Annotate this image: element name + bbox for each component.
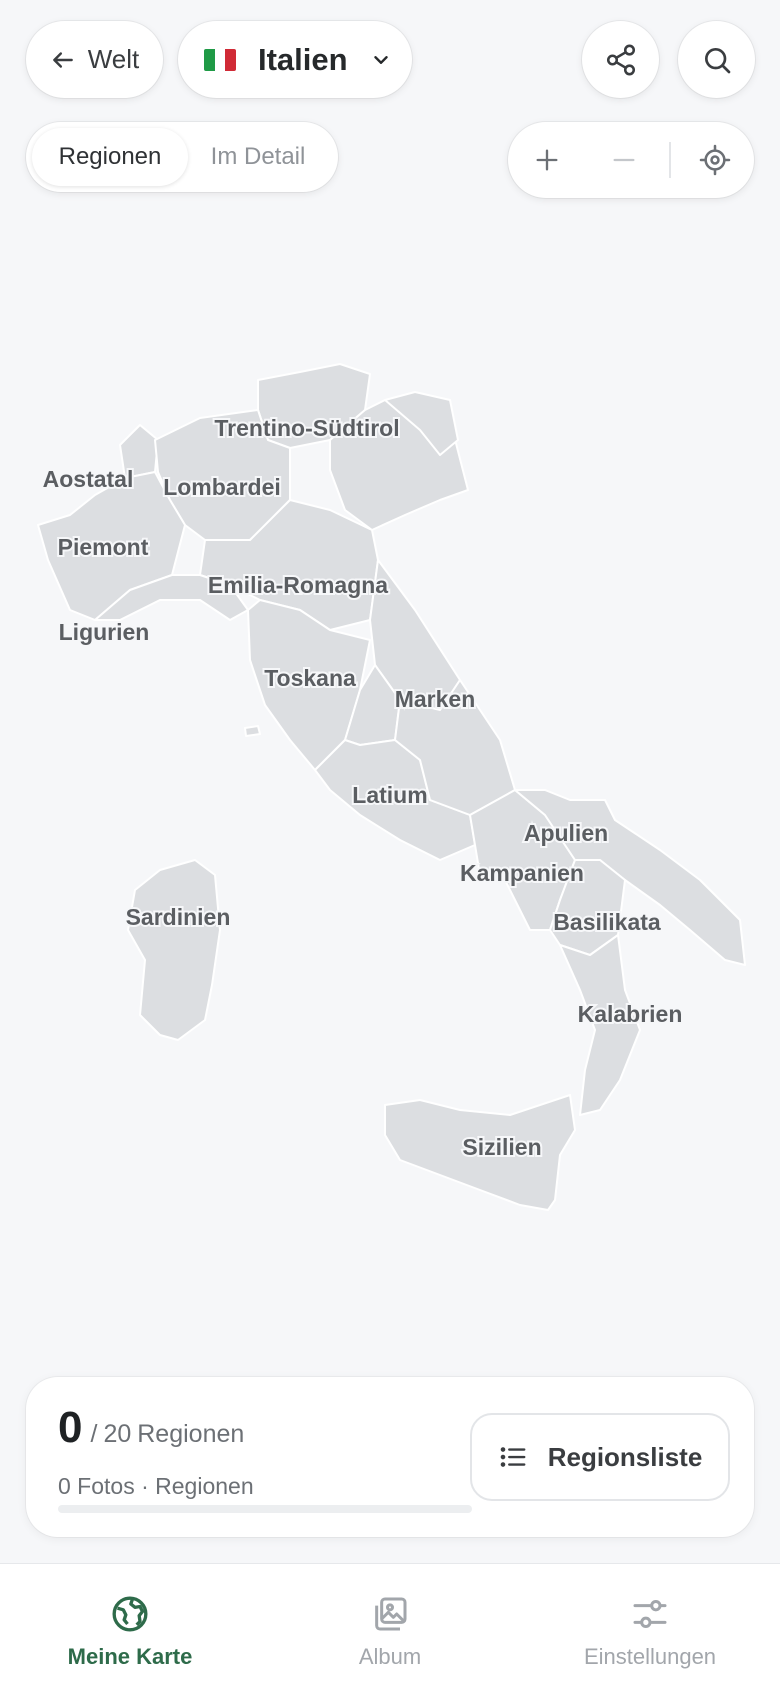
map-controls	[508, 122, 754, 198]
region-list-label: Regionsliste	[547, 1441, 703, 1472]
region-shape-sardinien[interactable]	[127, 859, 221, 1041]
list-icon	[500, 1447, 526, 1467]
region-label-sizilien[interactable]: Sizilien	[460, 1132, 543, 1162]
country-name: Italien	[258, 41, 348, 77]
tab-album[interactable]: Album	[260, 1564, 520, 1688]
minus-icon	[613, 158, 635, 162]
region-label-emilia[interactable]: Emilia-Romagna	[206, 570, 390, 600]
region-label-marken[interactable]: Marken	[393, 684, 478, 714]
region-label-trentino[interactable]: Trentino-Südtirol	[212, 413, 401, 443]
region-label-sardinien[interactable]: Sardinien	[124, 902, 233, 932]
tab-label-einstellungen: Einstellungen	[583, 1644, 717, 1669]
count-separator: /	[90, 1420, 98, 1448]
count-unit: Regionen	[137, 1420, 245, 1448]
crosshair-icon	[700, 144, 731, 176]
italy-flag-icon	[204, 48, 236, 71]
region-label-ligurien[interactable]: Ligurien	[57, 617, 152, 647]
visited-count-line: 0 / 20 Regionen	[58, 1403, 244, 1453]
region-label-toskana[interactable]: Toskana	[262, 663, 358, 693]
total-count: 20	[103, 1420, 132, 1448]
progress-bar	[58, 1505, 472, 1513]
globe-icon	[112, 1596, 148, 1632]
controls-divider	[668, 142, 671, 178]
country-selector[interactable]: Italien	[178, 21, 412, 98]
tab-regionen[interactable]: Regionen	[32, 128, 188, 186]
photos-icon	[375, 1597, 407, 1631]
region-label-piemont[interactable]: Piemont	[56, 532, 151, 562]
tab-meine-karte[interactable]: Meine Karte	[0, 1564, 260, 1688]
region-label-aostatal[interactable]: Aostatal	[41, 464, 136, 494]
tab-einstellungen[interactable]: Einstellungen	[520, 1564, 780, 1688]
view-mode-toggle: Regionen Im Detail	[26, 122, 338, 192]
search-icon	[704, 47, 730, 73]
tab-label-meine-karte: Meine Karte	[67, 1644, 193, 1669]
sliders-icon	[633, 1600, 667, 1628]
search-button[interactable]	[678, 21, 755, 98]
progress-card: 0 / 20 Regionen 0 Fotos · Regionen Regio…	[26, 1377, 754, 1537]
share-icon	[606, 44, 635, 75]
bottom-tab-bar: Meine Karte Album Einstellungen	[0, 1563, 780, 1688]
share-button[interactable]	[582, 21, 659, 98]
zoom-out-button[interactable]	[585, 122, 662, 198]
italy-map[interactable]: Trentino-Südtirol Aostatal Lombardei Pie…	[0, 210, 780, 1350]
region-list-button[interactable]: Regionsliste	[470, 1413, 730, 1501]
photos-summary: 0 Fotos · Regionen	[58, 1473, 254, 1499]
zoom-in-button[interactable]	[508, 122, 585, 198]
tab-im-detail[interactable]: Im Detail	[188, 128, 328, 186]
plus-icon	[536, 149, 558, 171]
chevron-down-icon	[373, 55, 388, 64]
region-label-apulien[interactable]: Apulien	[522, 818, 610, 848]
back-button-label: Welt	[87, 44, 140, 74]
region-label-kampanien[interactable]: Kampanien	[458, 858, 586, 888]
locate-button[interactable]	[677, 122, 754, 198]
region-label-lombardei[interactable]: Lombardei	[161, 472, 283, 502]
region-label-latium[interactable]: Latium	[350, 780, 429, 810]
arrow-left-icon	[52, 51, 73, 68]
region-shape-elba[interactable]	[244, 725, 261, 737]
back-to-world-button[interactable]: Welt	[26, 21, 163, 98]
visited-count: 0	[58, 1403, 83, 1452]
region-label-kalabrien[interactable]: Kalabrien	[576, 999, 685, 1029]
tab-label-album: Album	[358, 1644, 422, 1669]
region-label-basilikata[interactable]: Basilikata	[551, 907, 663, 937]
